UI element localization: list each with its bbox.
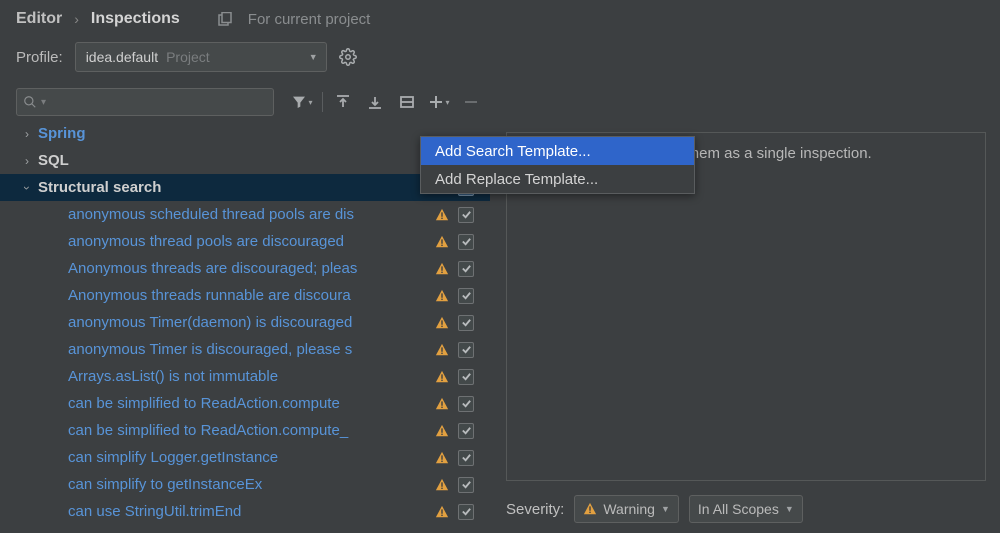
chevron-right-icon: › <box>20 127 34 141</box>
tree-label: SQL <box>38 152 478 169</box>
tree-item-label: anonymous Timer(daemon) is discouraged <box>68 314 430 331</box>
chevron-down-icon: ▼ <box>309 52 318 62</box>
severity-select[interactable]: Warning ▼ <box>574 495 679 523</box>
profile-value: idea.default <box>86 49 158 65</box>
tree-item[interactable]: can use StringUtil.trimEnd <box>0 498 490 523</box>
tree-item-label: can simplify to getInstanceEx <box>68 476 430 493</box>
tree-item-label: can be simplified to ReadAction.compute_ <box>68 422 430 439</box>
tree-item[interactable]: can be simplified to ReadAction.compute_ <box>0 417 490 444</box>
warning-icon <box>430 208 454 222</box>
tree-item[interactable]: can simplify Logger.getInstance <box>0 444 490 471</box>
search-input[interactable]: ▾ <box>16 88 274 116</box>
tree-item[interactable]: anonymous Timer is discouraged, please s <box>0 336 490 363</box>
warning-icon <box>430 235 454 249</box>
profile-select[interactable]: idea.default Project ▼ <box>75 42 327 72</box>
expand-all-icon[interactable] <box>329 89 357 115</box>
menu-item-add-search-template[interactable]: Add Search Template... <box>421 137 694 165</box>
tree-item[interactable]: anonymous scheduled thread pools are dis <box>0 201 490 228</box>
chevron-right-icon: › <box>20 154 34 168</box>
tree-item-label: can be simplified to ReadAction.compute <box>68 395 430 412</box>
collapse-all-icon[interactable] <box>361 89 389 115</box>
tree-item[interactable]: Anonymous threads runnable are discoura <box>0 282 490 309</box>
checkbox[interactable] <box>458 315 474 331</box>
checkbox[interactable] <box>458 477 474 493</box>
breadcrumb-current: Inspections <box>91 10 180 28</box>
reset-icon[interactable] <box>393 89 421 115</box>
checkbox[interactable] <box>458 450 474 466</box>
profile-label: Profile: <box>16 49 63 66</box>
checkbox[interactable] <box>458 504 474 520</box>
severity-row: Severity: Warning ▼ In All Scopes ▼ <box>506 481 986 523</box>
tree-item-label: anonymous thread pools are discouraged <box>68 233 430 250</box>
tree-item-label: Arrays.asList() is not immutable <box>68 368 430 385</box>
tree-item[interactable]: Anonymous threads are discouraged; pleas <box>0 255 490 282</box>
warning-icon <box>430 397 454 411</box>
profile-suffix: Project <box>166 49 210 65</box>
checkbox[interactable] <box>458 342 474 358</box>
chevron-right-icon: › <box>72 11 81 27</box>
warning-icon <box>430 343 454 357</box>
tree-node-sql[interactable]: › SQL <box>0 147 490 174</box>
checkbox[interactable] <box>458 261 474 277</box>
scope-label: For current project <box>248 11 371 28</box>
add-icon[interactable]: ▾ <box>425 89 453 115</box>
separator <box>322 92 323 112</box>
copy-icon <box>218 12 234 26</box>
warning-icon <box>430 451 454 465</box>
tree-item-label: Anonymous threads runnable are discoura <box>68 287 430 304</box>
warning-icon <box>430 424 454 438</box>
checkbox[interactable] <box>458 423 474 439</box>
warning-icon <box>430 478 454 492</box>
tree-node-spring[interactable]: › Spring <box>0 120 490 147</box>
tree-item-label: Anonymous threads are discouraged; pleas <box>68 260 430 277</box>
scope-value: In All Scopes <box>698 501 779 517</box>
checkbox[interactable] <box>458 369 474 385</box>
remove-icon <box>457 89 485 115</box>
warning-icon <box>583 502 597 516</box>
tree-item[interactable]: Arrays.asList() is not immutable <box>0 363 490 390</box>
scope-select[interactable]: In All Scopes ▼ <box>689 495 803 523</box>
tree-label: Spring <box>38 125 478 142</box>
toolbar: ▾ ▾ ▾ <box>0 84 1000 120</box>
chevron-down-icon: › <box>20 181 34 195</box>
tree-item[interactable]: anonymous Timer(daemon) is discouraged <box>0 309 490 336</box>
warning-icon <box>430 370 454 384</box>
warning-icon <box>430 289 454 303</box>
checkbox[interactable] <box>458 207 474 223</box>
tree-item-label: anonymous Timer is discouraged, please s <box>68 341 430 358</box>
add-template-popup: Add Search Template... Add Replace Templ… <box>420 136 695 194</box>
chevron-down-icon: ▼ <box>785 504 794 514</box>
tree-label: Structural search <box>38 179 430 196</box>
inspection-tree[interactable]: › Spring › SQL › Structural search anony… <box>0 120 490 523</box>
warning-icon <box>430 505 454 519</box>
breadcrumb: Editor › Inspections For current project <box>0 0 1000 36</box>
menu-item-add-replace-template[interactable]: Add Replace Template... <box>421 165 694 193</box>
tree-item[interactable]: anonymous thread pools are discouraged <box>0 228 490 255</box>
tree-item-label: anonymous scheduled thread pools are dis <box>68 206 430 223</box>
severity-label: Severity: <box>506 501 564 518</box>
tree-item-label: can simplify Logger.getInstance <box>68 449 430 466</box>
checkbox[interactable] <box>458 234 474 250</box>
tree-node-structural-search[interactable]: › Structural search <box>0 174 490 201</box>
profile-row: Profile: idea.default Project ▼ <box>0 36 1000 84</box>
tree-item[interactable]: can simplify to getInstanceEx <box>0 471 490 498</box>
tree-item[interactable]: can be simplified to ReadAction.compute <box>0 390 490 417</box>
gear-icon[interactable] <box>339 48 357 66</box>
chevron-down-icon: ▼ <box>661 504 670 514</box>
checkbox[interactable] <box>458 396 474 412</box>
breadcrumb-parent[interactable]: Editor <box>16 10 62 28</box>
tree-item-label: can use StringUtil.trimEnd <box>68 503 430 520</box>
severity-value: Warning <box>603 501 655 517</box>
warning-icon <box>430 316 454 330</box>
warning-icon <box>430 262 454 276</box>
checkbox[interactable] <box>458 288 474 304</box>
filter-icon[interactable]: ▾ <box>288 89 316 115</box>
